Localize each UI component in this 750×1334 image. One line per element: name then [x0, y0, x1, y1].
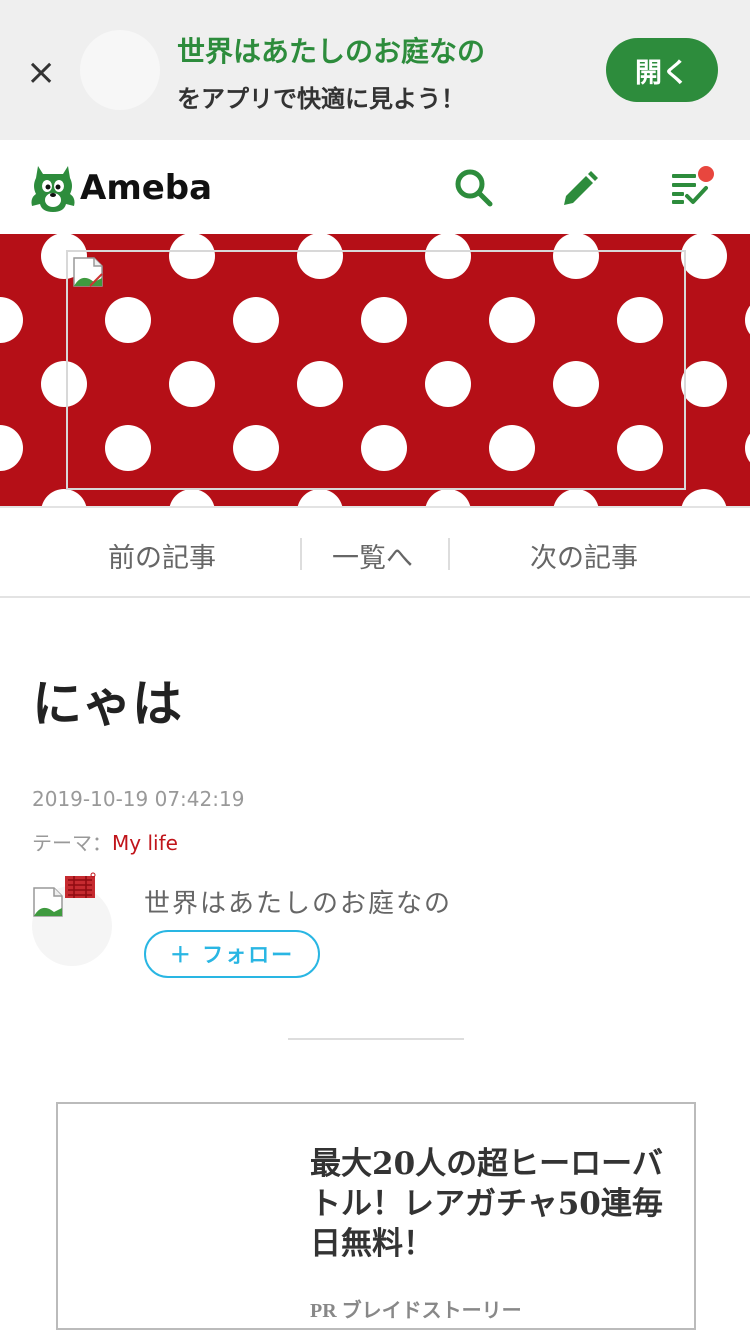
theme-link[interactable]: My life — [112, 831, 178, 855]
app-install-banner: × 世界はあたしのお庭なの をアプリで快適に見よう！ 開く — [0, 0, 750, 140]
ad-card[interactable]: 最大20人の超ヒーローバトル！レアガチャ50連毎日無料！ PR ブレイドストーリ… — [56, 1102, 696, 1330]
ameba-mascot-icon — [31, 166, 75, 212]
close-banner-button[interactable]: × — [26, 55, 56, 91]
banner-title: 世界はあたしのお庭なの — [177, 35, 486, 68]
official-stamp-icon — [65, 872, 96, 898]
entry-theme: テーマ：My life — [32, 827, 178, 856]
entry-date: 2019-10-19 07:42:19 — [32, 787, 245, 811]
prev-article-link[interactable]: 前の記事 — [108, 536, 216, 575]
article-list-link[interactable]: 一覧へ — [332, 536, 413, 575]
blog-header-image[interactable] — [0, 234, 750, 506]
header-image-frame — [66, 250, 686, 490]
open-app-button[interactable]: 開く — [606, 38, 718, 102]
ad-sponsor: PR ブレイドストーリー — [310, 1300, 522, 1322]
notification-badge — [698, 166, 714, 182]
nav-separator — [448, 538, 450, 570]
broken-image-icon — [73, 257, 103, 287]
pencil-icon[interactable] — [560, 168, 600, 208]
site-header: Ameba — [0, 140, 750, 234]
app-icon — [80, 30, 160, 110]
author-name[interactable]: 世界はあたしのお庭なの — [144, 883, 452, 920]
logo-text: Ameba — [80, 168, 213, 208]
section-divider — [288, 1038, 464, 1040]
theme-label: テーマ： — [32, 831, 112, 855]
ad-title[interactable]: 最大20人の超ヒーローバトル！レアガチャ50連毎日無料！ — [310, 1144, 680, 1264]
article-navigation: 前の記事 一覧へ 次の記事 — [0, 506, 750, 598]
nav-separator — [300, 538, 302, 570]
search-icon[interactable] — [454, 168, 494, 208]
ameba-logo[interactable]: Ameba — [30, 162, 212, 214]
banner-subtitle: をアプリで快適に見よう！ — [177, 85, 465, 113]
broken-image-icon — [33, 887, 63, 917]
entry-title: にゃは — [32, 675, 182, 733]
next-article-link[interactable]: 次の記事 — [530, 536, 638, 575]
follow-button[interactable]: ＋ フォロー — [144, 930, 320, 978]
